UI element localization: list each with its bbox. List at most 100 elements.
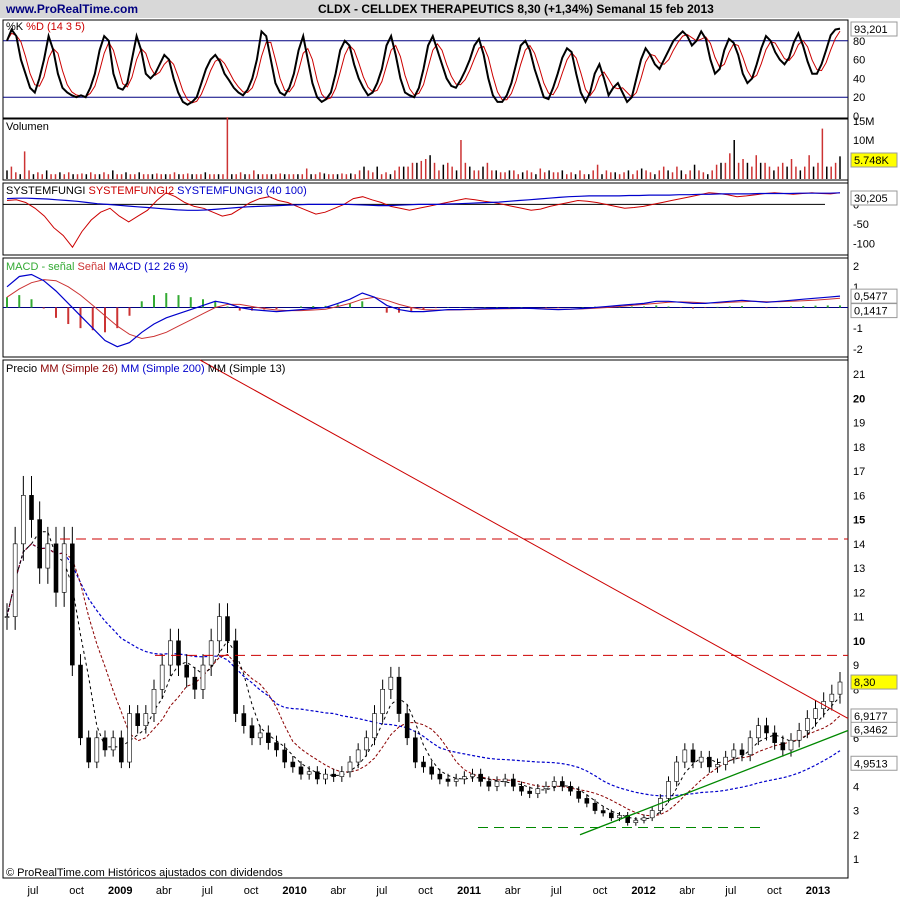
candle-body [527, 790, 532, 794]
candle-body [445, 778, 451, 782]
candle-body [102, 737, 108, 751]
candle-body [364, 737, 369, 751]
price-tick: 13 [853, 563, 865, 575]
candle-body [437, 773, 443, 780]
candle-body [535, 788, 541, 794]
price-legend-item: MM (Simple 200) [118, 363, 205, 375]
candle-body [576, 790, 581, 799]
stoch-legend-item: %D (14 3 5) [23, 21, 85, 33]
candle-body [249, 725, 255, 739]
price-tick: 9 [853, 660, 859, 672]
candle-body [486, 781, 492, 787]
candle-body [315, 771, 320, 780]
candle-body [266, 732, 271, 743]
x-tick-label: abr [679, 885, 695, 897]
candle-body [715, 764, 720, 768]
price-tick: 21 [853, 369, 865, 381]
candle-body [780, 742, 786, 751]
candle-body [372, 713, 377, 739]
candle-body [723, 756, 728, 765]
candle-body [233, 640, 238, 714]
price-legend-item: Precio [6, 363, 37, 375]
candle-body [4, 616, 10, 618]
candle-body [511, 778, 516, 787]
stoch-legend-item: %K [6, 21, 24, 33]
price-legend-item: MM (Simple 26) [37, 363, 118, 375]
x-tick-label: jul [201, 885, 213, 897]
fungi-last-value: 30,205 [854, 193, 888, 205]
candle-body [110, 737, 116, 751]
x-tick-label: oct [69, 885, 84, 897]
candle-body [176, 640, 181, 666]
candle-body [462, 776, 467, 780]
price-tick: 14 [853, 539, 865, 551]
price-tick: 18 [853, 442, 865, 454]
x-tick-label: jul [724, 885, 736, 897]
candle-body [404, 713, 410, 739]
price-legend-item: MM (Simple 13) [205, 363, 286, 375]
x-tick-label: jul [550, 885, 562, 897]
macd-legend: MACD - señal Señal MACD (12 26 9) [6, 261, 188, 273]
candle-body [70, 543, 75, 666]
candle-body [135, 713, 140, 726]
volume-last-value: 5.748K [854, 155, 890, 167]
candle-body [649, 810, 655, 819]
macd-tick: -2 [853, 344, 863, 356]
candle-body [225, 616, 230, 642]
candle-body [543, 785, 549, 790]
candle-body [331, 773, 336, 777]
candle-body [478, 773, 483, 782]
macd-last-value: 0,5477 [854, 291, 888, 303]
macd-tick: -1 [853, 323, 863, 335]
candle-body [633, 819, 639, 823]
candle-body [731, 749, 737, 758]
price-label-2: 4,9513 [854, 758, 888, 770]
price-legend: Precio MM (Simple 26) MM (Simple 200) MM… [6, 363, 285, 375]
candle-body [609, 812, 614, 819]
stoch-tick: 60 [853, 55, 865, 67]
candle-body [421, 761, 426, 768]
candle-body [143, 713, 149, 726]
macd-last-signal: 0,1417 [854, 306, 888, 318]
candle-body [682, 749, 688, 763]
volume-legend-item: Volumen [6, 121, 49, 133]
price-tick: 1 [853, 854, 859, 866]
macd-legend-item: Señal [74, 261, 105, 273]
candle-body [388, 676, 394, 690]
candle-body [805, 718, 810, 731]
candle-body [192, 676, 198, 690]
x-tick-label: 2012 [631, 885, 655, 897]
candle-body [86, 737, 91, 763]
macd-tick: 2 [853, 261, 859, 273]
candle-body [494, 781, 500, 787]
candle-body [707, 756, 712, 768]
candle-body [37, 519, 42, 569]
candle-body [119, 737, 124, 763]
last-price-badge: 8,30 [854, 677, 875, 689]
price-tick: 10 [853, 636, 865, 648]
price-tick: 4 [853, 781, 859, 793]
price-tick: 20 [853, 393, 865, 405]
candle-body [61, 543, 67, 593]
candle-body [217, 616, 222, 642]
price-tick: 11 [853, 612, 864, 624]
candle-body [396, 676, 402, 714]
price-label-1: 6,3462 [854, 724, 888, 736]
candle-body [208, 640, 214, 666]
candle-body [584, 798, 590, 804]
candle-body [274, 742, 279, 751]
fungi-tick: -100 [853, 238, 875, 250]
x-tick-label: oct [593, 885, 608, 897]
candle-body [159, 664, 165, 690]
fungi-legend-item: SYSTEMFUNGI2 [85, 185, 174, 197]
candle-body [502, 778, 508, 782]
candle-body [788, 739, 794, 751]
x-tick-label: 2011 [457, 885, 481, 897]
x-tick-label: jul [375, 885, 387, 897]
candle-body [617, 815, 622, 819]
candle-body [837, 681, 843, 695]
stoch-tick: 40 [853, 73, 865, 85]
x-tick-label: 2009 [108, 885, 132, 897]
price-label-0: 6,9177 [854, 711, 888, 723]
candle-body [519, 785, 524, 792]
